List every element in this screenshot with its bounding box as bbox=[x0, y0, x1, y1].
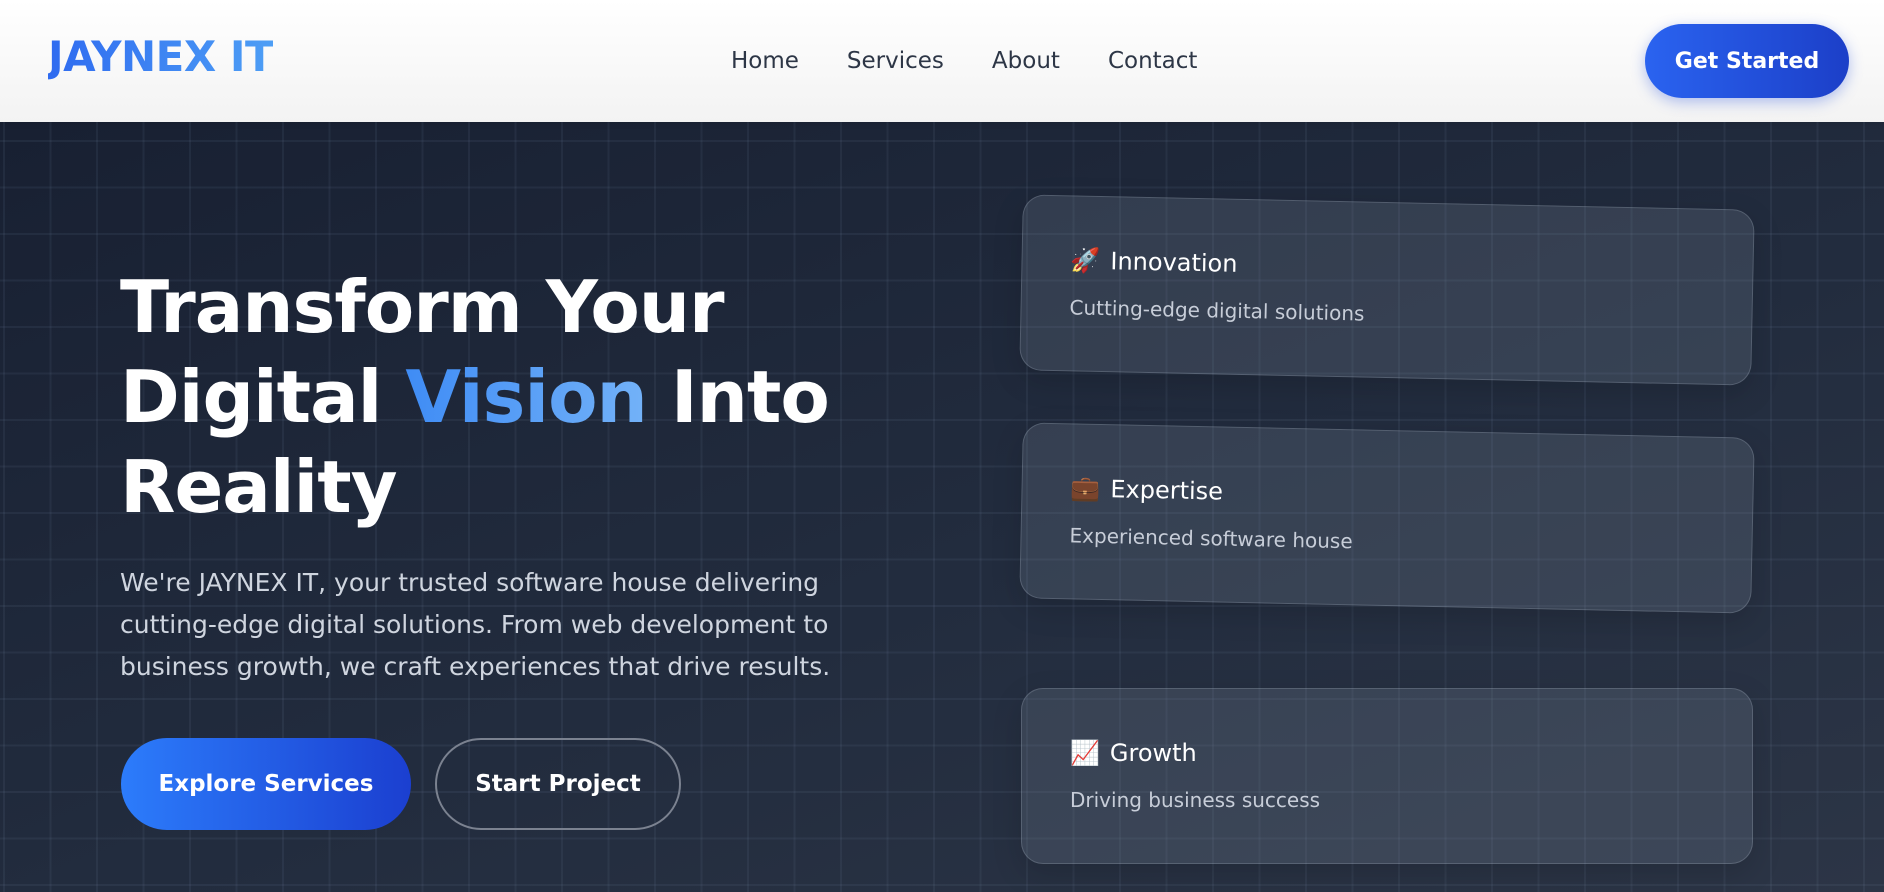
card-title-text: Growth bbox=[1109, 739, 1197, 767]
hero-section: Transform Your Digital Vision Into Reali… bbox=[0, 122, 1884, 892]
hero-title-accent: Vision bbox=[405, 355, 647, 439]
card-title-text: Expertise bbox=[1110, 475, 1224, 506]
explore-services-button[interactable]: Explore Services bbox=[121, 738, 411, 830]
main-nav: Home Services About Contact bbox=[731, 44, 1197, 78]
logo[interactable]: JAYNEX IT bbox=[48, 32, 274, 81]
card-description: Cutting-edge digital solutions bbox=[1069, 295, 1365, 326]
nav-home-link[interactable]: Home bbox=[731, 44, 799, 78]
rocket-icon: 🚀 bbox=[1070, 246, 1101, 275]
hero-title-line3: Reality bbox=[120, 445, 398, 529]
card-description: Driving business success bbox=[1070, 788, 1321, 812]
hero-description: We're JAYNEX IT, your trusted software h… bbox=[120, 568, 831, 681]
nav-about-link[interactable]: About bbox=[992, 44, 1060, 78]
card-title: 🚀 Innovation bbox=[1070, 246, 1238, 277]
briefcase-icon: 💼 bbox=[1070, 474, 1101, 503]
feature-card-expertise: 💼 Expertise Experienced software house bbox=[1019, 422, 1755, 614]
hero-title-line1: Transform Your bbox=[120, 265, 725, 349]
start-project-button[interactable]: Start Project bbox=[435, 738, 681, 830]
card-title: 💼 Expertise bbox=[1070, 474, 1223, 505]
hero-title-line2-end: Into bbox=[646, 355, 830, 439]
chart-increasing-icon: 📈 bbox=[1070, 739, 1100, 767]
site-header: JAYNEX IT Home Services About Contact Ge… bbox=[0, 0, 1884, 122]
nav-services-link[interactable]: Services bbox=[847, 44, 944, 78]
feature-card-growth: 📈 Growth Driving business success bbox=[1021, 688, 1753, 864]
card-title-text: Innovation bbox=[1110, 247, 1238, 278]
card-description: Experienced software house bbox=[1069, 523, 1353, 554]
get-started-button[interactable]: Get Started bbox=[1645, 24, 1849, 98]
hero-title-line2-start: Digital bbox=[120, 355, 406, 439]
hero-title: Transform Your Digital Vision Into Reali… bbox=[120, 262, 840, 532]
feature-card-innovation: 🚀 Innovation Cutting-edge digital soluti… bbox=[1019, 194, 1755, 386]
card-title: 📈 Growth bbox=[1070, 739, 1197, 767]
nav-contact-link[interactable]: Contact bbox=[1108, 44, 1197, 78]
